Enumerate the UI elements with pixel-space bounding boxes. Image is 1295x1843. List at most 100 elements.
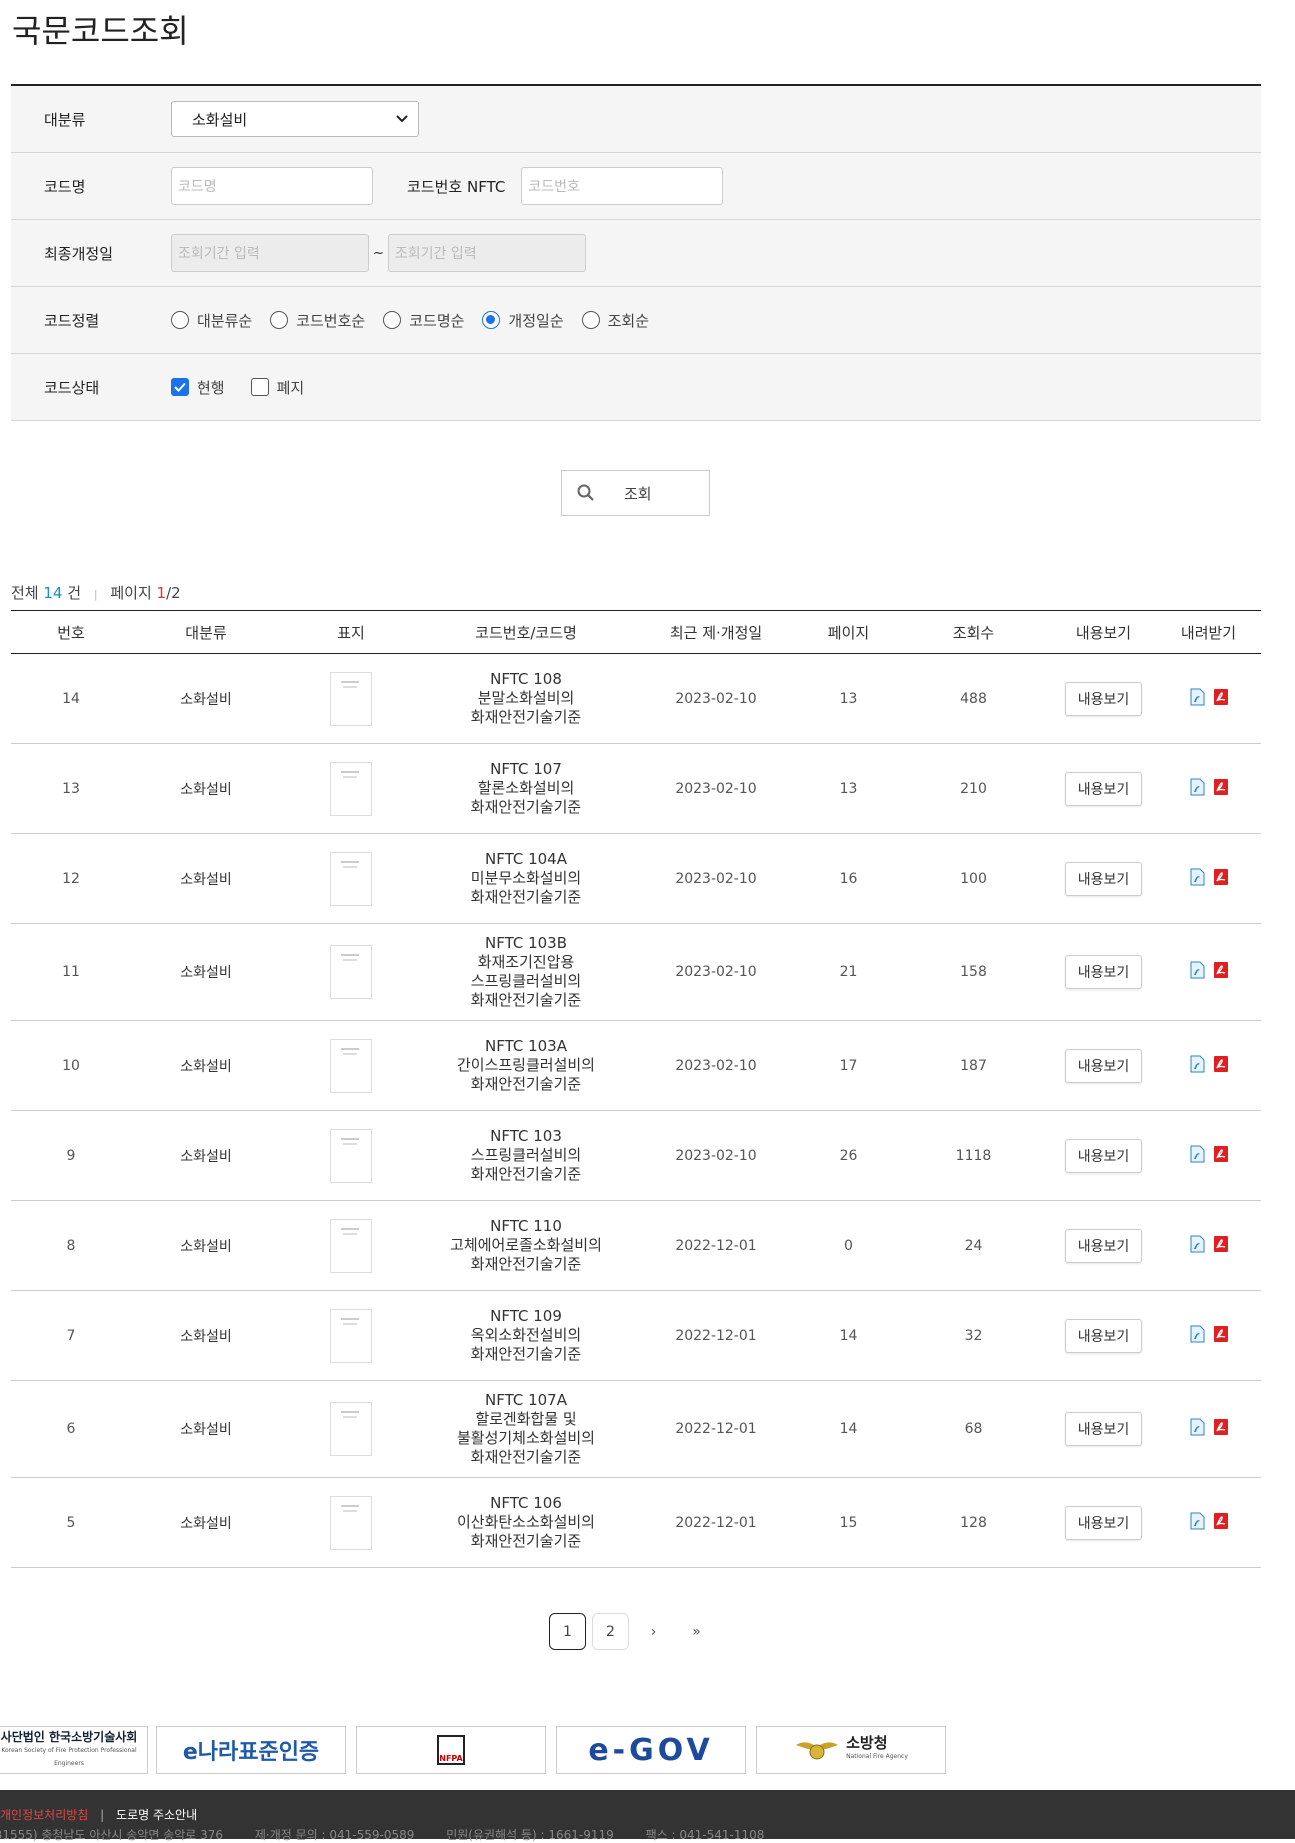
- code-number: NFTC 108: [490, 670, 562, 688]
- pdf-download-icon[interactable]: [1213, 778, 1229, 800]
- row-download: [1156, 1325, 1261, 1347]
- sort-option-1[interactable]: 코드번호순: [270, 310, 365, 331]
- code-number: NFTC 103A: [484, 1037, 567, 1055]
- row-code[interactable]: NFTC 103 스프링클러설비의 화재안전기술기준: [421, 1127, 631, 1184]
- pdf-download-icon[interactable]: [1213, 1235, 1229, 1257]
- status-option-0[interactable]: 현행: [171, 377, 225, 398]
- view-content-button[interactable]: 내용보기: [1064, 861, 1143, 896]
- last-page-icon[interactable]: »: [678, 1613, 715, 1650]
- pdf-download-icon[interactable]: [1213, 961, 1229, 983]
- view-content-button[interactable]: 내용보기: [1064, 1412, 1143, 1446]
- hwp-download-icon[interactable]: [1189, 1235, 1205, 1257]
- next-page-icon[interactable]: ›: [635, 1613, 672, 1650]
- row-pages: 17: [839, 1057, 858, 1074]
- cover-thumbnail[interactable]: [330, 1218, 372, 1273]
- code-name-line: 옥외소화전설비의: [470, 1326, 582, 1344]
- logo-nfpa[interactable]: NFPA: [356, 1726, 546, 1774]
- view-content-button[interactable]: 내용보기: [1064, 1228, 1143, 1263]
- sort-option-4[interactable]: 조회순: [581, 310, 649, 331]
- view-content-button[interactable]: 내용보기: [1064, 1138, 1143, 1173]
- privacy-policy-link[interactable]: 개인정보처리방침: [0, 1808, 88, 1822]
- view-content-button[interactable]: 내용보기: [1064, 1318, 1143, 1353]
- radio-button[interactable]: [581, 311, 600, 329]
- sort-option-3[interactable]: 개정일순: [482, 310, 564, 331]
- radio-button[interactable]: [482, 311, 501, 329]
- row-cover: [281, 945, 421, 999]
- hwp-download-icon[interactable]: [1189, 961, 1205, 983]
- view-content-button[interactable]: 내용보기: [1064, 1048, 1143, 1083]
- row-code[interactable]: NFTC 107 할론소화설비의 화재안전기술기준: [421, 760, 631, 817]
- hwp-download-icon[interactable]: [1189, 688, 1205, 710]
- cover-thumbnail[interactable]: [330, 1038, 372, 1093]
- cover-thumbnail[interactable]: [330, 1128, 372, 1183]
- page-button-2[interactable]: 2: [592, 1613, 629, 1650]
- cover-thumbnail[interactable]: [330, 761, 372, 816]
- row-number: 6: [66, 1421, 76, 1437]
- hwp-download-icon[interactable]: [1189, 1055, 1205, 1077]
- row-code[interactable]: NFTC 106 이산화탄소소화설비의 화재안전기술기준: [421, 1494, 631, 1551]
- hwp-download-icon[interactable]: [1189, 1145, 1205, 1167]
- row-cover: [281, 1308, 421, 1363]
- pdf-download-icon[interactable]: [1213, 1055, 1229, 1077]
- codenum-input[interactable]: 코드번호: [521, 167, 724, 205]
- view-content-button[interactable]: 내용보기: [1064, 955, 1143, 989]
- page-button-1[interactable]: 1: [549, 1613, 586, 1650]
- row-code[interactable]: NFTC 104A 미분무소화설비의 화재안전기술기준: [421, 850, 631, 907]
- row-code[interactable]: NFTC 107A 할로겐화합물 및 불활성기체소화설비의 화재안전기술기준: [421, 1391, 631, 1467]
- pdf-download-icon[interactable]: [1213, 1512, 1229, 1534]
- pdf-download-icon[interactable]: [1213, 1325, 1229, 1347]
- code-name-line: 화재안전기술기준: [470, 708, 582, 726]
- revdate-from-input[interactable]: 조회기간 입력: [171, 234, 369, 272]
- logo-kfpe[interactable]: 사단법인 한국소방기술사회 Korean Society of Fire Pro…: [0, 1726, 148, 1774]
- hwp-download-icon[interactable]: [1189, 868, 1205, 890]
- total-label: 전체: [11, 584, 39, 602]
- hwp-download-icon[interactable]: [1189, 1325, 1205, 1347]
- revdate-to-input[interactable]: 조회기간 입력: [387, 234, 586, 272]
- address-guide-link[interactable]: 도로명 주소안내: [116, 1808, 197, 1822]
- search-button-label: 조회: [624, 484, 652, 503]
- row-views: 187: [960, 1057, 987, 1074]
- row-code[interactable]: NFTC 108 분말소화설비의 화재안전기술기준: [421, 670, 631, 727]
- codename-input[interactable]: 코드명: [171, 167, 373, 205]
- pdf-download-icon[interactable]: [1213, 688, 1229, 710]
- checkbox[interactable]: [250, 378, 269, 396]
- row-code[interactable]: NFTC 110 고체에어로졸소화설비의 화재안전기술기준: [421, 1217, 631, 1274]
- cover-thumbnail[interactable]: [330, 671, 372, 726]
- hwp-download-icon[interactable]: [1189, 1512, 1205, 1534]
- logo-egov[interactable]: e-GOV: [556, 1726, 746, 1774]
- row-code[interactable]: NFTC 103A 간이스프링클러설비의 화재안전기술기준: [421, 1037, 631, 1094]
- sort-option-2[interactable]: 코드명순: [383, 310, 464, 331]
- view-content-button[interactable]: 내용보기: [1064, 771, 1143, 806]
- hwp-download-icon[interactable]: [1189, 1418, 1205, 1440]
- radio-button[interactable]: [270, 311, 289, 329]
- results-table: 번호 대분류 표지 코드번호/코드명 최근 제·개정일 페이지 조회수 내용보기 내려받기 14…: [11, 610, 1261, 1568]
- revdate-label: 최종개정일: [44, 244, 114, 263]
- cover-thumbnail[interactable]: [330, 851, 372, 906]
- cover-thumbnail[interactable]: [330, 945, 372, 999]
- logo-nfa[interactable]: 소방청 National Fire Agency: [756, 1726, 946, 1774]
- radio-button[interactable]: [171, 311, 189, 329]
- cover-thumbnail[interactable]: [330, 1402, 372, 1456]
- search-button[interactable]: 조회: [561, 470, 710, 516]
- row-code[interactable]: NFTC 109 옥외소화전설비의 화재안전기술기준: [421, 1307, 631, 1364]
- sort-option-0[interactable]: 대분류순: [171, 310, 252, 331]
- pdf-download-icon[interactable]: [1213, 868, 1229, 890]
- status-option-1[interactable]: 폐지: [250, 377, 304, 398]
- hwp-download-icon[interactable]: [1189, 778, 1205, 800]
- checkbox[interactable]: [171, 378, 189, 396]
- logo-enara[interactable]: e나라표준인증: [156, 1726, 346, 1774]
- code-name-line: 스프링클러설비의: [470, 972, 582, 990]
- table-row: 14 소화설비 NFTC 108 분말소화설비의 화재안전기술기준 2023-02-10 1…: [11, 654, 1261, 744]
- cover-thumbnail[interactable]: [330, 1495, 372, 1550]
- code-name-line: 미분무소화설비의: [470, 869, 582, 887]
- radio-button[interactable]: [383, 311, 402, 329]
- pdf-download-icon[interactable]: [1213, 1418, 1229, 1440]
- category-select[interactable]: 소화설비: [171, 101, 419, 137]
- row-views: 100: [960, 870, 987, 887]
- cover-thumbnail[interactable]: [330, 1308, 372, 1363]
- view-content-button[interactable]: 내용보기: [1064, 681, 1143, 716]
- nfpa-icon: NFPA: [437, 1735, 465, 1765]
- pdf-download-icon[interactable]: [1213, 1145, 1229, 1167]
- row-code[interactable]: NFTC 103B 화재조기진압용 스프링클러설비의 화재안전기술기준: [421, 934, 631, 1010]
- view-content-button[interactable]: 내용보기: [1064, 1505, 1143, 1540]
